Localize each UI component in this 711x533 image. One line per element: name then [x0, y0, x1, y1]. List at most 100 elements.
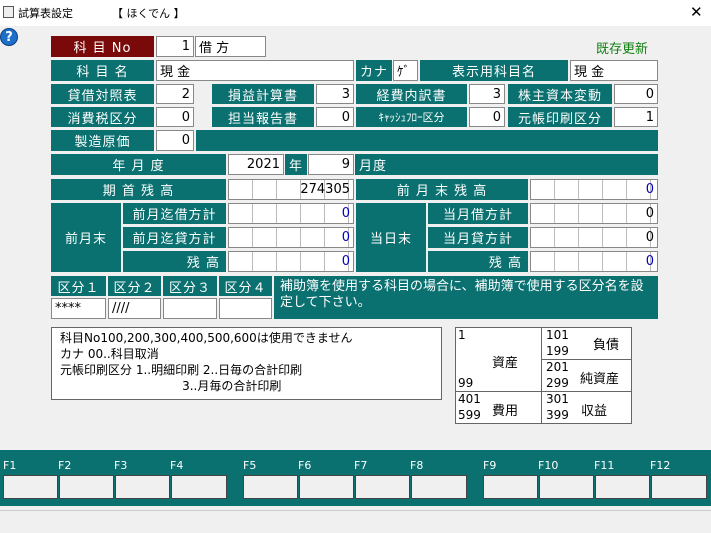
equity-change-field[interactable]: 0	[614, 84, 658, 104]
netasset-label: 純資産	[580, 372, 620, 387]
f8-label: F8	[410, 459, 424, 472]
existing-update-status: 既存更新	[596, 42, 649, 57]
liab-label: 負債	[593, 338, 620, 353]
staff-report-field[interactable]: 0	[316, 107, 354, 127]
f10-label: F10	[538, 459, 559, 472]
f4-label: F4	[170, 459, 184, 472]
kubun4-label: 区分４	[219, 276, 272, 296]
kubun3-field[interactable]	[163, 298, 217, 319]
year-field[interactable]: 2021	[228, 154, 284, 175]
mfg-cost-label: 製造原価	[51, 130, 154, 151]
bs-label: 貸借対照表	[51, 84, 154, 104]
revenue-label: 収益	[581, 404, 608, 419]
opening-balance-label: 期 首 残 高	[51, 179, 226, 200]
kubun4-field[interactable]	[219, 298, 272, 319]
f11-button[interactable]	[595, 475, 650, 499]
close-icon[interactable]: ✕	[690, 3, 703, 21]
month-unit: 月度	[355, 154, 658, 175]
kubun-notice: 補助簿を使用する科目の場合に、補助簿で使用する区分名を設定して下さい。	[274, 276, 658, 319]
cur-balance-label: 残 高	[428, 251, 528, 272]
asset-bottom: 99	[458, 376, 474, 390]
title-bar	[0, 0, 711, 26]
kubun3-label: 区分３	[163, 276, 217, 296]
info-box: 科目No100,200,300,400,500,600は使用できません カナ 0…	[51, 327, 442, 400]
mfg-cost-filler	[196, 130, 658, 151]
tax-kubun-field[interactable]: 0	[156, 107, 194, 127]
info-line: 科目No100,200,300,400,500,600は使用できません	[60, 331, 353, 345]
month-field[interactable]: 9	[308, 154, 354, 175]
info-line: カナ 00..科目取消	[60, 347, 159, 361]
f9-button[interactable]	[483, 475, 538, 499]
display-name-field[interactable]: 現 金	[570, 60, 658, 81]
staff-report-label: 担当報告書	[212, 107, 314, 127]
cur-credit-label: 当月貸方計	[428, 227, 528, 248]
pl-field[interactable]: 3	[316, 84, 354, 104]
f5-label: F5	[243, 459, 257, 472]
status-bar-divider	[0, 510, 711, 511]
f3-button[interactable]	[115, 475, 170, 499]
expense-label: 費用	[492, 404, 519, 419]
prev-balance-field[interactable]: 0	[228, 251, 354, 272]
ledger-print-field[interactable]: 1	[614, 107, 658, 127]
revenue-top: 301	[546, 392, 569, 406]
kubun1-field[interactable]: ****	[51, 298, 106, 319]
f8-button[interactable]	[411, 475, 467, 499]
prev-debit-label: 前月迄借方計	[123, 203, 226, 224]
f2-label: F2	[58, 459, 72, 472]
expense-detail-label: 経費内訳書	[356, 84, 467, 104]
liab-top: 101	[546, 328, 569, 342]
f5-button[interactable]	[243, 475, 298, 499]
info-line: 3..月毎の合計印刷	[60, 379, 282, 393]
expense-top: 401	[458, 392, 481, 406]
year-unit: 年	[285, 154, 307, 175]
kamoku-no-label: 科 目 No	[51, 36, 154, 57]
kamoku-name-field[interactable]: 現 金	[156, 60, 354, 81]
f11-label: F11	[594, 459, 615, 472]
f10-button[interactable]	[539, 475, 594, 499]
f6-button[interactable]	[299, 475, 354, 499]
revenue-bottom: 399	[546, 408, 569, 422]
kana-field[interactable]: ｹﾞ	[393, 60, 418, 81]
today-end-label: 当日末	[356, 203, 426, 272]
f9-label: F9	[483, 459, 497, 472]
bs-field[interactable]: 2	[156, 84, 194, 104]
cur-balance-field[interactable]: 0	[530, 251, 658, 272]
kamoku-name-label: 科 目 名	[51, 60, 154, 81]
netasset-bottom: 299	[546, 376, 569, 390]
cur-debit-field[interactable]: 0	[530, 203, 658, 224]
cur-debit-label: 当月借方計	[428, 203, 528, 224]
cashflow-kubun-field[interactable]: 0	[469, 107, 505, 127]
f4-button[interactable]	[171, 475, 227, 499]
info-line: 元帳印刷区分 1..明細印刷 2..日毎の合計印刷	[60, 363, 303, 377]
kubun2-field[interactable]: ////	[108, 298, 161, 319]
kamoku-no-field[interactable]: 1	[156, 36, 194, 57]
f2-button[interactable]	[59, 475, 114, 499]
prev-end-balance-field[interactable]: 0	[530, 179, 658, 200]
year-month-label: 年 月 度	[51, 154, 226, 175]
f1-button[interactable]	[3, 475, 58, 499]
cur-credit-field[interactable]: 0	[530, 227, 658, 248]
f7-label: F7	[354, 459, 368, 472]
kubun1-label: 区分１	[51, 276, 106, 296]
mfg-cost-field[interactable]: 0	[156, 130, 194, 151]
app-icon	[3, 6, 14, 18]
debit-credit-field[interactable]: 借 方	[195, 36, 266, 57]
asset-top: 1	[458, 328, 466, 342]
cashflow-kubun-label: ｷｬｯｼｭﾌﾛｰ区分	[356, 107, 467, 127]
prev-credit-field[interactable]: 0	[228, 227, 354, 248]
f12-button[interactable]	[651, 475, 707, 499]
kana-label: カナ	[356, 60, 392, 81]
prev-debit-field[interactable]: 0	[228, 203, 354, 224]
f12-label: F12	[650, 459, 671, 472]
prev-end-balance-label: 前 月 末 残 高	[356, 179, 528, 200]
expense-detail-field[interactable]: 3	[469, 84, 505, 104]
f7-button[interactable]	[355, 475, 410, 499]
netasset-top: 201	[546, 360, 569, 374]
ledger-print-label: 元帳印刷区分	[508, 107, 612, 127]
liab-bottom: 199	[546, 344, 569, 358]
opening-balance-field[interactable]: 274305	[228, 179, 354, 200]
asset-label: 資産	[492, 356, 519, 371]
help-icon[interactable]: ?	[0, 28, 18, 46]
f3-label: F3	[114, 459, 128, 472]
prev-month-end-label: 前月末	[51, 203, 121, 272]
